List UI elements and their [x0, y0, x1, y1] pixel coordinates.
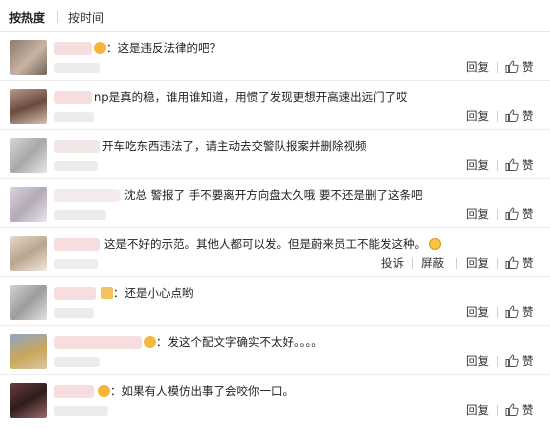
username-blurred[interactable] — [54, 140, 100, 153]
timestamp-blurred — [54, 308, 94, 318]
timestamp-blurred — [54, 63, 100, 73]
thumbs-up-icon[interactable] — [505, 256, 519, 269]
comment-actions: 回复 赞 — [466, 157, 536, 173]
timestamp-blurred — [54, 259, 98, 269]
comment-text: 开车吃东西违法了，请主动去交警队报案并删除视频 — [102, 139, 367, 153]
reply-button[interactable]: 回复 — [466, 353, 489, 369]
comment-row: ：这是违反法律的吧？ 回复 赞 — [0, 32, 550, 81]
emoji-icon — [429, 238, 441, 250]
comment-text: ：发这个配文字确实不太好。。。。 — [144, 335, 323, 349]
comment-text: ：还是小心点哟 — [101, 286, 194, 300]
reply-button[interactable]: 回复 — [466, 206, 489, 222]
comment-row: 开车吃东西违法了，请主动去交警队报案并删除视频 回复 赞 — [0, 130, 550, 179]
report-button[interactable]: 投诉 — [381, 255, 404, 271]
like-button[interactable]: 赞 — [522, 157, 534, 173]
username-blurred[interactable] — [54, 91, 92, 104]
avatar[interactable] — [10, 40, 47, 75]
like-button[interactable]: 赞 — [522, 353, 534, 369]
block-button[interactable]: 屏蔽 — [421, 255, 444, 271]
thumbs-up-icon[interactable] — [505, 354, 519, 367]
action-divider — [497, 258, 498, 269]
timestamp-blurred — [54, 112, 94, 122]
thumbs-up-icon[interactable] — [505, 109, 519, 122]
thumbs-up-icon[interactable] — [505, 305, 519, 318]
like-button[interactable]: 赞 — [522, 206, 534, 222]
comment-actions: 回复 赞 — [466, 304, 536, 320]
avatar[interactable] — [10, 285, 47, 320]
like-button[interactable]: 赞 — [522, 59, 534, 75]
emoji-icon — [98, 385, 110, 397]
reply-button[interactable]: 回复 — [466, 59, 489, 75]
avatar[interactable] — [10, 334, 47, 369]
like-button[interactable]: 赞 — [522, 255, 534, 271]
timestamp-blurred — [54, 210, 106, 220]
comment-row: 这是不好的示范。其他人都可以发。但是蔚来员工不能发这种。 投诉 屏蔽 回复 赞 — [0, 228, 550, 277]
reply-button[interactable]: 回复 — [466, 157, 489, 173]
comment-actions: 回复 赞 — [466, 353, 536, 369]
reply-button[interactable]: 回复 — [466, 108, 489, 124]
tab-by-time[interactable]: 按时间 — [68, 9, 104, 26]
reply-button[interactable]: 回复 — [466, 402, 489, 418]
timestamp-blurred — [54, 406, 108, 416]
reply-button[interactable]: 回复 — [466, 304, 489, 320]
action-divider — [497, 111, 498, 122]
like-button[interactable]: 赞 — [522, 402, 534, 418]
avatar[interactable] — [10, 138, 47, 173]
comment-row: 沈总 警报了 手不要离开方向盘太久哦 要不还是删了这条吧 回复 赞 — [0, 179, 550, 228]
action-divider — [456, 258, 457, 269]
like-button[interactable]: 赞 — [522, 108, 534, 124]
comment-text: ：这是违反法律的吧？ — [94, 41, 221, 55]
action-divider — [497, 209, 498, 220]
emoji-icon — [144, 336, 156, 348]
comment-row: np是真的稳，谁用谁知道，用惯了发现更想开高速出远门了哎 回复 赞 — [0, 81, 550, 130]
username-blurred[interactable] — [54, 287, 96, 300]
emoji-icon — [101, 287, 113, 299]
comment-row: ：还是小心点哟 回复 赞 — [0, 277, 550, 326]
reply-button[interactable]: 回复 — [466, 255, 489, 271]
timestamp-blurred — [54, 161, 98, 171]
timestamp-blurred — [54, 357, 100, 367]
action-divider — [497, 307, 498, 318]
comment-actions: 回复 赞 — [466, 59, 536, 75]
avatar[interactable] — [10, 236, 47, 271]
action-divider — [497, 405, 498, 416]
comment-actions: 回复 赞 — [466, 206, 536, 222]
comment-actions: 投诉 屏蔽 回复 赞 — [381, 255, 536, 271]
comment-text: 沈总 警报了 手不要离开方向盘太久哦 要不还是删了这条吧 — [124, 188, 423, 202]
username-blurred[interactable] — [54, 238, 100, 251]
comment-text: np是真的稳，谁用谁知道，用惯了发现更想开高速出远门了哎 — [94, 90, 408, 104]
username-blurred[interactable] — [54, 189, 120, 202]
username-blurred[interactable] — [54, 336, 142, 349]
comment-text: ：如果有人模仿出事了会咬你一口。 — [98, 384, 294, 398]
avatar[interactable] — [10, 89, 47, 124]
comment-row: ：如果有人模仿出事了会咬你一口。 回复 赞 — [0, 375, 550, 429]
comment-row: ：发这个配文字确实不太好。。。。 回复 赞 — [0, 326, 550, 375]
comment-actions: 回复 赞 — [466, 402, 536, 418]
action-divider — [497, 356, 498, 367]
thumbs-up-icon[interactable] — [505, 207, 519, 220]
action-divider — [497, 62, 498, 73]
comment-actions: 回复 赞 — [466, 108, 536, 124]
tab-divider — [57, 11, 58, 23]
thumbs-up-icon[interactable] — [505, 158, 519, 171]
avatar[interactable] — [10, 187, 47, 222]
comment-text: 这是不好的示范。其他人都可以发。但是蔚来员工不能发这种。 — [104, 237, 441, 251]
thumbs-up-icon[interactable] — [505, 60, 519, 73]
action-divider — [412, 258, 413, 269]
thumbs-up-icon[interactable] — [505, 403, 519, 416]
like-button[interactable]: 赞 — [522, 304, 534, 320]
avatar[interactable] — [10, 383, 47, 418]
action-divider — [497, 160, 498, 171]
emoji-icon — [94, 42, 106, 54]
username-blurred[interactable] — [54, 385, 94, 398]
sort-tabs: 按热度 按时间 — [0, 0, 550, 32]
username-blurred[interactable] — [54, 42, 92, 55]
tab-by-popularity[interactable]: 按热度 — [9, 9, 45, 26]
